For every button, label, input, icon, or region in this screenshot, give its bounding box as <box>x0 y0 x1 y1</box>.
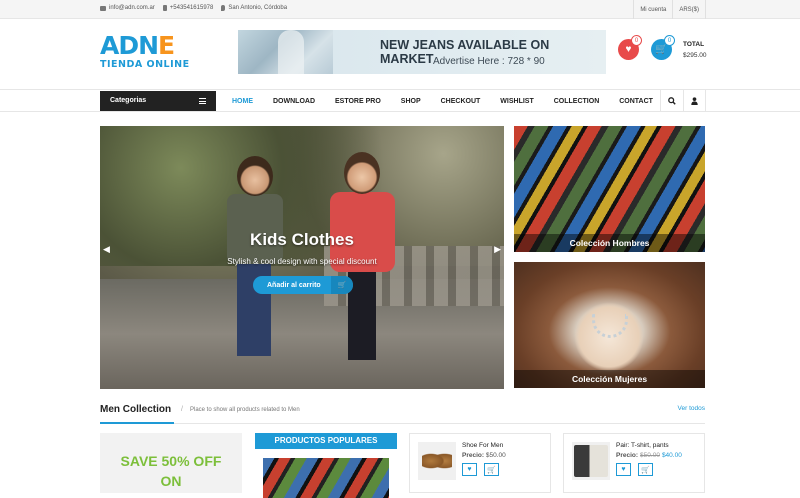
women-collection-caption: Colección Mujeres <box>514 370 705 388</box>
contact-info: info@adn.com.ar +543541615978 San Antoni… <box>100 5 287 11</box>
menu-icon <box>199 98 206 104</box>
search-icon <box>668 97 676 105</box>
menu: HOME DOWNLOAD ESTORE PRO SHOP CHECKOUT W… <box>222 90 663 112</box>
product-actions: ♥ 🛒 <box>462 463 499 476</box>
add-to-cart-button[interactable]: 🛒 <box>638 463 653 476</box>
logo-sub: TIENDA ONLINE <box>100 59 190 70</box>
product-actions: ♥ 🛒 <box>616 463 653 476</box>
add-to-wishlist-button[interactable]: ♥ <box>462 463 477 476</box>
ad-banner[interactable]: NEW JEANS AVAILABLE ON MARKET Advertise … <box>238 30 606 74</box>
product-name[interactable]: Shoe For Men <box>462 442 503 449</box>
user-button[interactable] <box>683 90 706 112</box>
currency-select[interactable]: ARS($) <box>672 0 706 19</box>
popular-product-image[interactable] <box>263 458 389 498</box>
account-link[interactable]: Mi cuenta <box>633 0 672 19</box>
banner-subtitle: Advertise Here : 728 * 90 <box>433 56 545 67</box>
top-links: Mi cuenta ARS($) <box>633 0 706 19</box>
cart-total[interactable]: TOTAL $295.00 <box>683 41 707 59</box>
header: ADNE TIENDA ONLINE NEW JEANS AVAILABLE O… <box>0 19 800 89</box>
add-to-cart-button[interactable]: Añadir al carrito 🛒 <box>253 276 353 294</box>
nav-checkout[interactable]: CHECKOUT <box>431 90 491 112</box>
categories-label: Categorias <box>110 97 147 104</box>
women-collection-banner[interactable]: Colección Mujeres <box>514 262 705 388</box>
categories-button[interactable]: Categorias <box>100 91 216 111</box>
envelope-icon <box>100 5 106 11</box>
email-item[interactable]: info@adn.com.ar <box>100 5 155 11</box>
banner-photo <box>238 30 333 74</box>
add-to-wishlist-button[interactable]: ♥ <box>616 463 631 476</box>
cart-icon: 🛒 <box>487 466 496 474</box>
nav-estore-pro[interactable]: ESTORE PRO <box>325 90 391 112</box>
men-collection-caption: Colección Hombres <box>514 234 705 252</box>
men-collection-header: Men Collection / Place to show all produ… <box>100 402 705 424</box>
location-text: San Antonio, Córdoba <box>228 5 288 11</box>
product-card[interactable]: Pair: T-shirt, pants Precio: $50.00 $40.00… <box>563 433 705 493</box>
cart-icon: 🛒 <box>331 276 353 294</box>
view-all-link[interactable]: Ver todos <box>678 405 705 412</box>
heart-icon: ♥ <box>621 466 626 473</box>
main-nav: Categorias HOME DOWNLOAD ESTORE PRO SHOP… <box>0 89 800 112</box>
total-label: TOTAL <box>683 41 705 48</box>
nav-home[interactable]: HOME <box>222 90 263 112</box>
logo-main: ADNE <box>100 31 175 60</box>
email-text: info@adn.com.ar <box>109 5 155 11</box>
slide-subtitle: Stylish & cool design with special disco… <box>227 257 377 266</box>
wishlist-count: 0 <box>631 35 642 46</box>
product-card[interactable]: Shoe For Men Precio: $50.00 ♥ 🛒 <box>409 433 551 493</box>
prev-arrow-icon[interactable]: ◀ <box>103 244 110 255</box>
section-underline <box>100 422 174 424</box>
product-image[interactable] <box>572 442 610 480</box>
section-description: Place to show all products related to Me… <box>190 407 300 413</box>
total-value: $295.00 <box>683 52 707 59</box>
search-button[interactable] <box>660 90 683 112</box>
product-name[interactable]: Pair: T-shirt, pants <box>616 442 669 449</box>
cart-count: 0 <box>664 35 675 46</box>
popular-title: PRODUCTOS POPULARES <box>255 433 397 449</box>
heart-icon: ♥ <box>625 44 632 55</box>
hero-slider[interactable]: Kids Clothes Stylish & cool design with … <box>100 126 504 389</box>
phone-icon <box>162 5 167 11</box>
boy-figure <box>225 156 285 386</box>
top-bar: info@adn.com.ar +543541615978 San Antoni… <box>0 0 800 19</box>
product-price: Precio: $50.00 $40.00 <box>616 452 682 459</box>
cart-icon: 🛒 <box>641 466 650 474</box>
phone-text: +543541615978 <box>169 5 214 11</box>
phone-item[interactable]: +543541615978 <box>162 5 214 11</box>
map-marker-icon <box>221 5 226 11</box>
add-to-cart-button[interactable]: 🛒 <box>484 463 499 476</box>
nav-download[interactable]: DOWNLOAD <box>263 90 325 112</box>
nav-collection[interactable]: COLLECTION <box>544 90 610 112</box>
logo[interactable]: ADNE TIENDA ONLINE <box>100 31 192 70</box>
location-item: San Antonio, Córdoba <box>221 5 287 11</box>
promo-banner[interactable]: SAVE 50% OFF ON <box>100 433 242 493</box>
section-title: Men Collection <box>100 404 172 415</box>
cart-icon: 🛒 <box>655 44 668 55</box>
slide-title: Kids Clothes <box>250 230 354 249</box>
nav-icons <box>660 90 706 112</box>
product-image[interactable] <box>418 442 456 480</box>
nav-contact[interactable]: CONTACT <box>609 90 663 112</box>
product-price: Precio: $50.00 <box>462 452 506 459</box>
girl-figure <box>330 152 395 382</box>
promo-line2: ON <box>160 473 182 489</box>
nav-wishlist[interactable]: WISHLIST <box>490 90 543 112</box>
user-icon <box>691 97 698 105</box>
nav-shop[interactable]: SHOP <box>391 90 431 112</box>
men-collection-banner[interactable]: Colección Hombres <box>514 126 705 252</box>
heart-icon: ♥ <box>467 466 472 473</box>
popular-products: PRODUCTOS POPULARES <box>255 433 397 498</box>
add-to-cart-label: Añadir al carrito <box>267 281 321 289</box>
promo-line1: SAVE 50% OFF <box>120 453 222 469</box>
section-separator: / <box>181 406 183 413</box>
next-arrow-icon[interactable]: ▶ <box>494 244 501 255</box>
